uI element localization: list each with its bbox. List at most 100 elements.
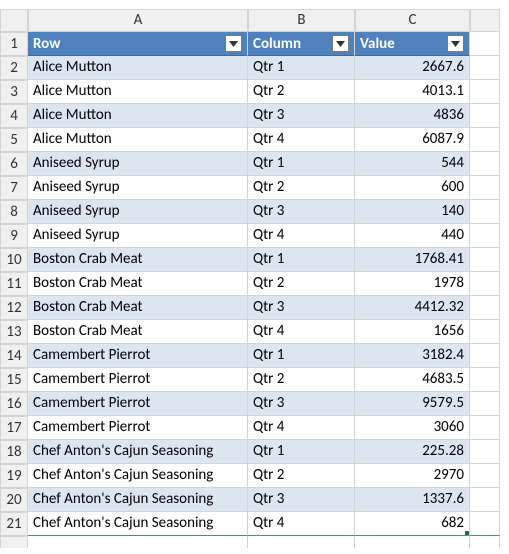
cell-B5[interactable]: Qtr 4	[248, 128, 355, 152]
cell-D10[interactable]	[470, 248, 500, 272]
cell-A10[interactable]: Boston Crab Meat	[28, 248, 248, 272]
table-header-row[interactable]: Row	[28, 32, 248, 56]
cell-C13[interactable]: 1656	[355, 320, 470, 344]
cell-C4[interactable]: 4836	[355, 104, 470, 128]
cell-C19[interactable]: 2970	[355, 464, 470, 488]
cell-B9[interactable]: Qtr 4	[248, 224, 355, 248]
cell-D5[interactable]	[470, 128, 500, 152]
cell-C10[interactable]: 1768.41	[355, 248, 470, 272]
select-all-corner[interactable]	[0, 10, 28, 32]
cell-B8[interactable]: Qtr 3	[248, 200, 355, 224]
cell-A20[interactable]: Chef Anton's Cajun Seasoning	[28, 488, 248, 512]
cell-C15[interactable]: 4683.5	[355, 368, 470, 392]
cell-A15[interactable]: Camembert Pierrot	[28, 368, 248, 392]
cell-C20[interactable]: 1337.6	[355, 488, 470, 512]
cell-B14[interactable]: Qtr 1	[248, 344, 355, 368]
table-header-value[interactable]: Value	[355, 32, 470, 56]
cell-D9[interactable]	[470, 224, 500, 248]
cell-C5[interactable]: 6087.9	[355, 128, 470, 152]
filter-button-column[interactable]	[332, 35, 349, 52]
row-header-6[interactable]: 6	[0, 152, 28, 176]
cell-A3[interactable]: Alice Mutton	[28, 80, 248, 104]
column-header-C[interactable]: C	[355, 10, 470, 32]
cell-D2[interactable]	[470, 56, 500, 80]
cell-B20[interactable]: Qtr 3	[248, 488, 355, 512]
cell-D4[interactable]	[470, 104, 500, 128]
cell-A6[interactable]: Aniseed Syrup	[28, 152, 248, 176]
cell-D21[interactable]	[470, 512, 500, 536]
cell-A8[interactable]: Aniseed Syrup	[28, 200, 248, 224]
cell-C8[interactable]: 140	[355, 200, 470, 224]
cell-B13[interactable]: Qtr 4	[248, 320, 355, 344]
cell-D12[interactable]	[470, 296, 500, 320]
cell-C21[interactable]: 682	[355, 512, 470, 536]
cell-C17[interactable]: 3060	[355, 416, 470, 440]
row-header-5[interactable]: 5	[0, 128, 28, 152]
cell-B2[interactable]: Qtr 1	[248, 56, 355, 80]
cell-B11[interactable]: Qtr 2	[248, 272, 355, 296]
cell-A21[interactable]: Chef Anton's Cajun Seasoning	[28, 512, 248, 536]
cell-D17[interactable]	[470, 416, 500, 440]
cell-A18[interactable]: Chef Anton's Cajun Seasoning	[28, 440, 248, 464]
cell-C3[interactable]: 4013.1	[355, 80, 470, 104]
cell-D11[interactable]	[470, 272, 500, 296]
cell-D15[interactable]	[470, 368, 500, 392]
row-header-21[interactable]: 21	[0, 512, 28, 536]
cell-A16[interactable]: Camembert Pierrot	[28, 392, 248, 416]
cell-D20[interactable]	[470, 488, 500, 512]
cell-A2[interactable]: Alice Mutton	[28, 56, 248, 80]
cell-A7[interactable]: Aniseed Syrup	[28, 176, 248, 200]
cell-D8[interactable]	[470, 200, 500, 224]
row-header-1[interactable]: 1	[0, 32, 28, 56]
cell-A14[interactable]: Camembert Pierrot	[28, 344, 248, 368]
cell-C12[interactable]: 4412.32	[355, 296, 470, 320]
row-header-8[interactable]: 8	[0, 200, 28, 224]
cell-B7[interactable]: Qtr 2	[248, 176, 355, 200]
cell-C16[interactable]: 9579.5	[355, 392, 470, 416]
table-header-column[interactable]: Column	[248, 32, 355, 56]
cell-C9[interactable]: 440	[355, 224, 470, 248]
cell-A19[interactable]: Chef Anton's Cajun Seasoning	[28, 464, 248, 488]
row-header-9[interactable]: 9	[0, 224, 28, 248]
cell-B12[interactable]: Qtr 3	[248, 296, 355, 320]
row-header-3[interactable]: 3	[0, 80, 28, 104]
cell-A17[interactable]: Camembert Pierrot	[28, 416, 248, 440]
cell-D19[interactable]	[470, 464, 500, 488]
cell-D7[interactable]	[470, 176, 500, 200]
cell-D14[interactable]	[470, 344, 500, 368]
cell-C6[interactable]: 544	[355, 152, 470, 176]
row-header-13[interactable]: 13	[0, 320, 28, 344]
cell-C11[interactable]: 1978	[355, 272, 470, 296]
row-header-17[interactable]: 17	[0, 416, 28, 440]
row-header-4[interactable]: 4	[0, 104, 28, 128]
cell-A11[interactable]: Boston Crab Meat	[28, 272, 248, 296]
row-header-22[interactable]	[0, 536, 28, 548]
cell-D1[interactable]	[470, 32, 500, 56]
cell-A4[interactable]: Alice Mutton	[28, 104, 248, 128]
row-header-12[interactable]: 12	[0, 296, 28, 320]
column-header-D[interactable]	[470, 10, 500, 32]
cell-B6[interactable]: Qtr 1	[248, 152, 355, 176]
cell-D3[interactable]	[470, 80, 500, 104]
row-header-16[interactable]: 16	[0, 392, 28, 416]
cell-D16[interactable]	[470, 392, 500, 416]
cell-B19[interactable]: Qtr 2	[248, 464, 355, 488]
cell-D18[interactable]	[470, 440, 500, 464]
row-header-7[interactable]: 7	[0, 176, 28, 200]
row-header-19[interactable]: 19	[0, 464, 28, 488]
cell-B16[interactable]: Qtr 3	[248, 392, 355, 416]
row-header-18[interactable]: 18	[0, 440, 28, 464]
row-header-10[interactable]: 10	[0, 248, 28, 272]
cell-B4[interactable]: Qtr 3	[248, 104, 355, 128]
cell-C14[interactable]: 3182.4	[355, 344, 470, 368]
row-header-15[interactable]: 15	[0, 368, 28, 392]
cell-A9[interactable]: Aniseed Syrup	[28, 224, 248, 248]
row-header-11[interactable]: 11	[0, 272, 28, 296]
cell-B17[interactable]: Qtr 4	[248, 416, 355, 440]
cell-B10[interactable]: Qtr 1	[248, 248, 355, 272]
cell-B18[interactable]: Qtr 1	[248, 440, 355, 464]
cell-C18[interactable]: 225.28	[355, 440, 470, 464]
cell-A5[interactable]: Alice Mutton	[28, 128, 248, 152]
cell-D13[interactable]	[470, 320, 500, 344]
cell-C7[interactable]: 600	[355, 176, 470, 200]
